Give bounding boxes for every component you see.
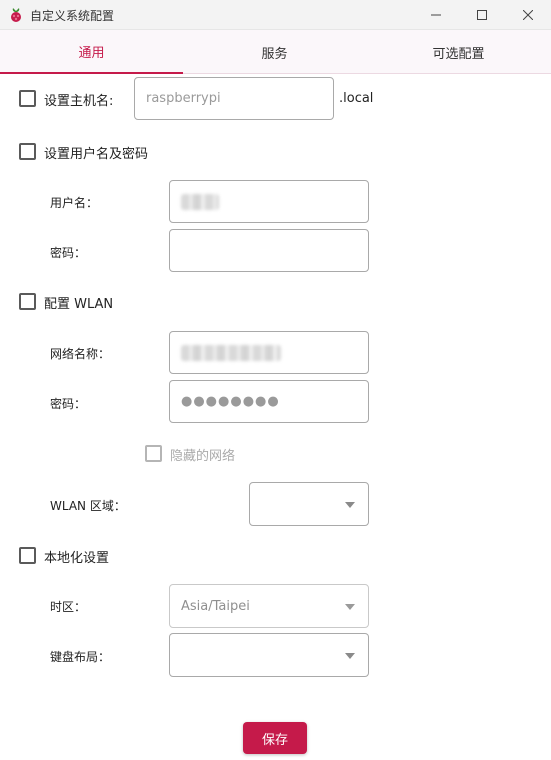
wlan-password-input[interactable]: ●●●●●●●●: [169, 380, 369, 423]
redacted-username: [181, 193, 219, 210]
chevron-down-icon: [345, 502, 355, 508]
username-input[interactable]: [169, 180, 369, 223]
hostname-suffix: .local: [339, 91, 374, 106]
title-bar: 自定义系统配置: [0, 0, 551, 30]
hostname-checkbox[interactable]: [19, 90, 36, 107]
chevron-down-icon: [345, 604, 355, 610]
wlan-password-value: ●●●●●●●●: [181, 394, 280, 409]
keyboard-layout-select[interactable]: [169, 633, 369, 677]
chevron-down-icon: [345, 653, 355, 659]
window-title: 自定义系统配置: [30, 9, 115, 23]
keyboard-layout-label: 键盘布局：: [50, 650, 111, 664]
maximize-button[interactable]: [459, 0, 505, 30]
ssid-input[interactable]: [169, 331, 369, 374]
wlan-country-label: WLAN 区域：: [50, 499, 126, 513]
raspberry-pi-icon: [11, 8, 21, 22]
save-button[interactable]: 保存: [243, 722, 307, 754]
user-label: 设置用户名及密码: [44, 147, 149, 162]
timezone-select[interactable]: Asia/Taipei: [169, 584, 369, 628]
tab-options[interactable]: 可选配置: [366, 30, 551, 74]
wlan-label: 配置 WLAN: [44, 297, 114, 312]
user-password-input[interactable]: [169, 229, 369, 272]
tab-bar: 通用 服务 可选配置: [0, 30, 551, 74]
hostname-label: 设置主机名:: [44, 94, 114, 109]
locale-label: 本地化设置: [44, 551, 110, 566]
user-checkbox[interactable]: [19, 143, 36, 160]
maximize-icon: [477, 10, 487, 20]
username-label: 用户名：: [50, 196, 99, 210]
close-button[interactable]: [505, 0, 551, 30]
wlan-password-label: 密码：: [50, 397, 87, 411]
timezone-value: Asia/Taipei: [181, 598, 250, 614]
wlan-country-select[interactable]: [249, 482, 369, 526]
ssid-label: 网络名称：: [50, 347, 111, 361]
minimize-button[interactable]: [413, 0, 459, 30]
timezone-label: 时区：: [50, 600, 87, 614]
locale-checkbox[interactable]: [19, 547, 36, 564]
hostname-input[interactable]: raspberrypi: [134, 77, 334, 120]
redacted-ssid: [181, 344, 281, 361]
close-icon: [523, 10, 533, 20]
minimize-icon: [431, 14, 441, 16]
tab-services[interactable]: 服务: [183, 30, 366, 74]
tab-general[interactable]: 通用: [0, 30, 183, 74]
hidden-network-checkbox[interactable]: [145, 445, 162, 462]
wlan-checkbox[interactable]: [19, 293, 36, 310]
user-password-label: 密码：: [50, 246, 87, 260]
hidden-network-label: 隐藏的网络: [170, 449, 236, 464]
